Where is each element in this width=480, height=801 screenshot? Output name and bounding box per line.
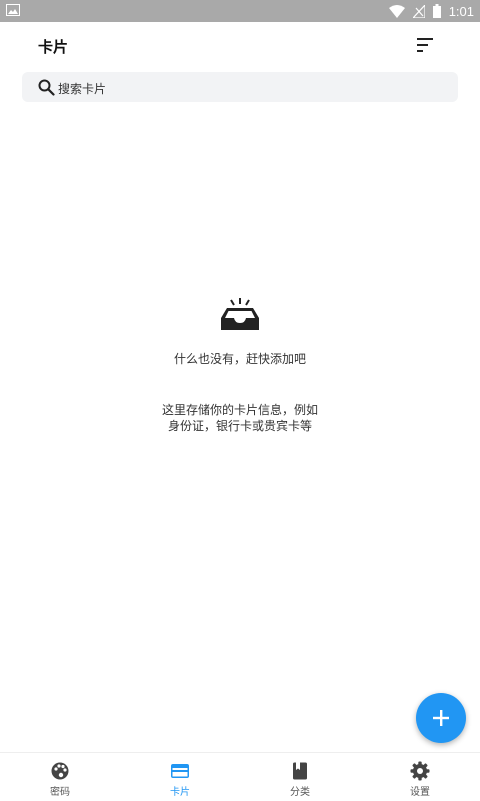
status-time: 1:01 bbox=[448, 3, 474, 19]
nav-item-categories[interactable]: 分类 bbox=[240, 753, 360, 801]
credit-card-icon bbox=[171, 764, 189, 778]
book-icon bbox=[293, 762, 307, 780]
app-header: 卡片 bbox=[0, 22, 480, 70]
empty-inbox-icon bbox=[221, 298, 259, 330]
page-title: 卡片 bbox=[38, 38, 69, 56]
nav-item-settings[interactable]: 设置 bbox=[360, 753, 480, 801]
wifi-icon bbox=[388, 4, 405, 18]
search-icon bbox=[38, 79, 55, 96]
battery-icon bbox=[432, 4, 441, 18]
plus-icon bbox=[433, 710, 449, 726]
empty-state-description-line2: 身份证，银行卡或贵宾卡等 bbox=[167, 419, 312, 433]
gear-icon bbox=[410, 761, 430, 781]
palette-icon bbox=[51, 762, 69, 780]
nav-item-cards[interactable]: 卡片 bbox=[120, 753, 240, 801]
bottom-navigation: 密码 卡片 分类 设置 bbox=[0, 752, 480, 801]
no-signal-icon bbox=[412, 4, 425, 18]
status-bar: 1:01 bbox=[0, 0, 480, 22]
image-notification-icon bbox=[6, 4, 20, 16]
nav-item-passwords[interactable]: 密码 bbox=[0, 753, 120, 801]
nav-label-passwords: 密码 bbox=[50, 787, 70, 798]
nav-label-cards: 卡片 bbox=[170, 787, 190, 798]
nav-label-settings: 设置 bbox=[410, 787, 430, 798]
search-bar[interactable]: 搜索卡片 bbox=[22, 72, 458, 102]
empty-state-description-line1: 这里存储你的卡片信息，例如 bbox=[161, 403, 318, 417]
empty-state-description: 这里存储你的卡片信息，例如 身份证，银行卡或贵宾卡等 bbox=[0, 402, 480, 434]
sort-icon[interactable] bbox=[414, 36, 436, 54]
add-card-button[interactable] bbox=[416, 693, 466, 743]
empty-state-title: 什么也没有，赶快添加吧 bbox=[173, 352, 306, 366]
search-placeholder: 搜索卡片 bbox=[58, 82, 107, 96]
nav-label-categories: 分类 bbox=[290, 787, 310, 798]
